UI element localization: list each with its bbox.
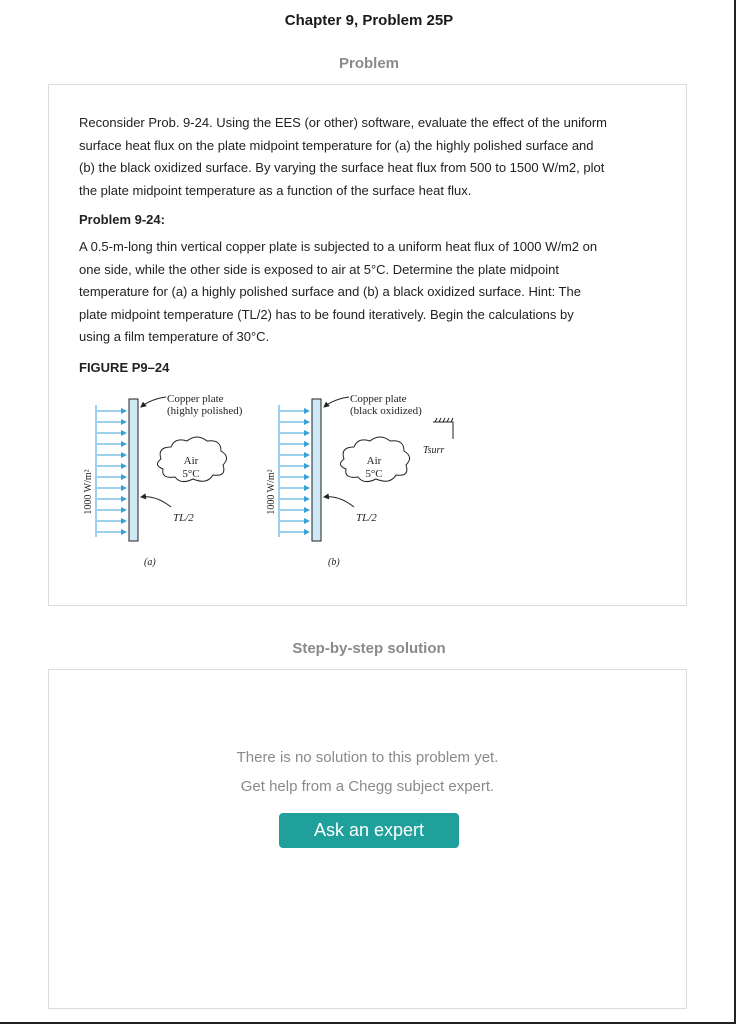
ref-line: temperature for (a) a highly polished su… — [79, 284, 581, 299]
air-label-a: Air — [184, 455, 199, 467]
plate-b-label-1: Copper plate — [350, 393, 407, 405]
ref-line: one side, while the other side is expose… — [79, 261, 559, 277]
midpoint-label-a: TL/2 — [173, 512, 194, 524]
sublabel-b: (b) — [328, 557, 340, 567]
figure-p9-24: 1000 W/m² Copper plate (highly polished)… — [81, 387, 481, 568]
reference-heading: Problem 9-24: — [79, 212, 165, 227]
figure-svg: 1000 W/m² Copper plate (highly polished)… — [83, 393, 454, 568]
flux-label-a: 1000 W/m² — [83, 469, 94, 514]
copper-plate-b — [311, 398, 322, 542]
ref-line: using a film temperature of 30°C. — [79, 329, 270, 344]
intro-line: (b) the black oxidized surface. By varyi… — [79, 160, 605, 175]
ref-line: plate midpoint temperature (TL/2) has to… — [79, 306, 574, 322]
midpoint-label-b: TL/2 — [356, 512, 377, 524]
ask-expert-button[interactable]: Ask an expert — [279, 813, 459, 848]
ref-line: A 0.5-m-long thin vertical copper plate … — [79, 239, 598, 254]
sublabel-a: (a) — [144, 557, 156, 567]
problem-intro: Reconsider Prob. 9-24. Using the EES (or… — [79, 112, 664, 202]
solution-heading: Step-by-step solution — [292, 640, 446, 657]
flux-label-b: 1000 W/m² — [266, 469, 277, 514]
intro-line: the plate midpoint temperature as a func… — [79, 182, 472, 198]
chapter-title: Chapter 9, Problem 25P — [284, 12, 454, 29]
air-temp-a: 5°C — [182, 468, 199, 480]
panel-a: 1000 W/m² Copper plate (highly polished)… — [83, 393, 243, 568]
plate-b-label-2: (black oxidized) — [350, 405, 422, 417]
figure-caption: FIGURE P9–24 — [79, 360, 170, 375]
air-temp-b: 5°C — [365, 468, 382, 480]
panel-b: 1000 W/m² Copper plate (black oxidized) … — [266, 393, 454, 568]
expert-help-text: Get help from a Chegg subject expert. — [240, 778, 495, 795]
solution-card: There is no solution to this problem yet… — [48, 669, 687, 1009]
problem-heading: Problem — [338, 55, 399, 72]
surr-label: Tsurr — [423, 445, 444, 456]
copper-plate-a — [128, 398, 139, 542]
air-label-b: Air — [367, 455, 382, 467]
plate-a-label-1: Copper plate — [167, 393, 224, 405]
plate-a-label-2: (highly polished) — [167, 405, 243, 417]
problem-card: Reconsider Prob. 9-24. Using the EES (or… — [48, 84, 687, 606]
intro-line: Reconsider Prob. 9-24. Using the EES (or… — [79, 115, 607, 130]
no-solution-text: There is no solution to this problem yet… — [236, 749, 499, 766]
flux-arrows-b — [280, 408, 310, 535]
reference-text: A 0.5-m-long thin vertical copper plate … — [79, 236, 664, 349]
surroundings-wall-icon — [433, 417, 454, 439]
flux-arrows-a — [97, 408, 127, 535]
intro-line: surface heat flux on the plate midpoint … — [79, 137, 594, 153]
